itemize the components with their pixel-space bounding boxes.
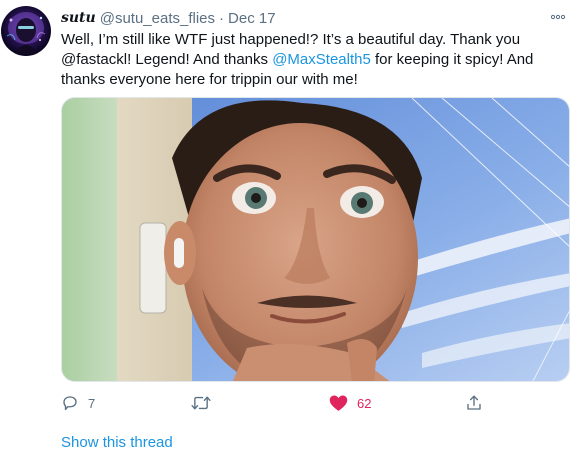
tweet-text: Well, I’m still like WTF just happened!?… bbox=[61, 30, 571, 90]
retweet-icon bbox=[191, 396, 211, 410]
more-horizontal-icon bbox=[550, 14, 566, 20]
tweet-actions: 7 62 bbox=[61, 392, 531, 414]
tweet-header: sutu @sutu_eats_flies · Dec 17 bbox=[61, 8, 276, 28]
reply-count: 7 bbox=[88, 395, 96, 411]
share-button[interactable] bbox=[465, 392, 483, 414]
heart-filled-icon bbox=[329, 395, 348, 411]
tweet-photo[interactable] bbox=[61, 97, 570, 382]
avatar-image bbox=[6, 12, 46, 54]
mention-link[interactable]: @MaxStealth5 bbox=[272, 51, 371, 68]
show-thread-link[interactable]: Show this thread bbox=[61, 434, 173, 451]
photo bbox=[62, 98, 569, 381]
reply-button[interactable]: 7 bbox=[61, 392, 95, 414]
tweet: sutu @sutu_eats_flies · Dec 17 Well, I’m… bbox=[0, 0, 582, 451]
display-name[interactable]: sutu bbox=[61, 10, 96, 26]
user-handle[interactable]: @sutu_eats_flies bbox=[100, 10, 215, 27]
tweet-date[interactable]: Dec 17 bbox=[228, 10, 276, 27]
separator-dot: · bbox=[219, 9, 225, 27]
avatar[interactable] bbox=[1, 6, 51, 56]
share-icon bbox=[467, 395, 481, 410]
more-options-button[interactable] bbox=[548, 10, 568, 24]
reply-icon bbox=[63, 396, 77, 411]
like-count: 62 bbox=[357, 395, 372, 411]
retweet-button[interactable] bbox=[191, 392, 220, 414]
like-button[interactable]: 62 bbox=[329, 392, 371, 414]
